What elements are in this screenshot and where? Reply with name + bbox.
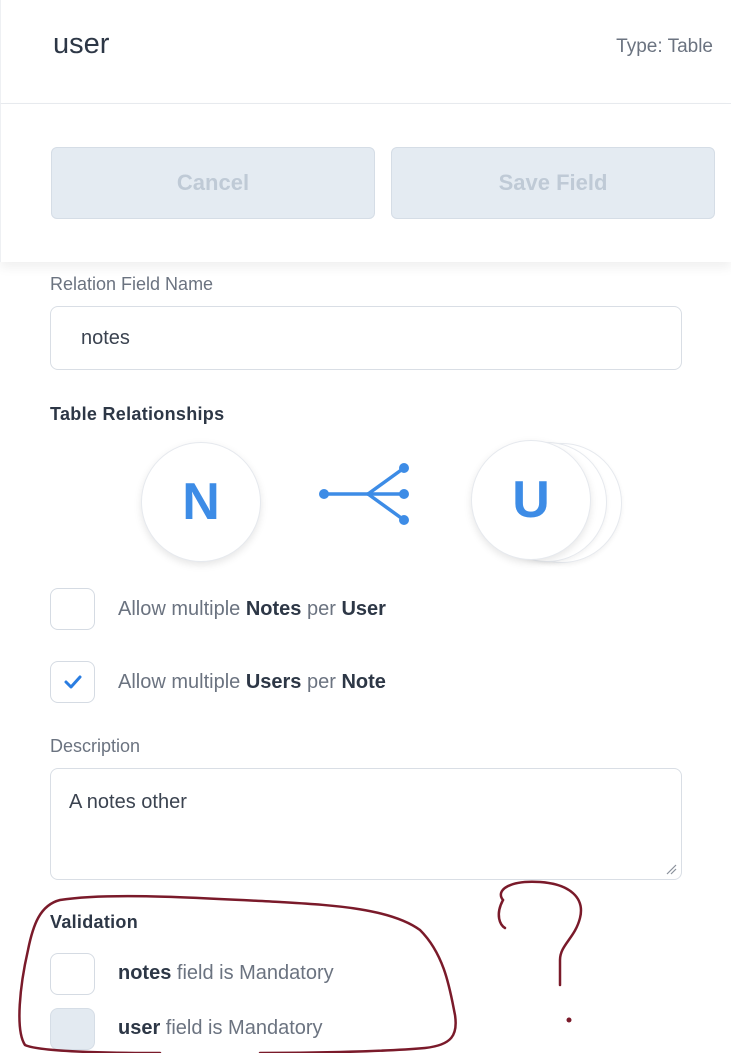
validation-heading: Validation (50, 912, 139, 932)
notes-mandatory-checkbox[interactable] (50, 953, 95, 995)
description-textarea[interactable]: A notes other (50, 768, 682, 880)
user-table-avatar: U (471, 440, 591, 560)
cancel-button[interactable]: Cancel (51, 147, 375, 219)
allow-multiple-users-checkbox[interactable] (50, 661, 95, 703)
relation-field-name-label: Relation Field Name (50, 274, 214, 294)
user-mandatory-label: user field is Mandatory (118, 1017, 323, 1040)
option-target: User (341, 598, 386, 620)
description-label: Description (50, 736, 141, 756)
option-prefix: Allow multiple (118, 598, 246, 620)
description-value: A notes other (69, 791, 187, 813)
option-entity: Notes (245, 598, 302, 620)
option-entity: Users (245, 671, 302, 693)
allow-multiple-notes-label: Allow multiple Notes per User (118, 598, 386, 621)
validation-field-name: user (118, 1017, 161, 1039)
checkmark-icon (64, 675, 81, 689)
panel-header: user Type: Table (0, 0, 731, 104)
validation-suffix: field is Mandatory (160, 1017, 323, 1039)
one-to-many-icon (319, 463, 409, 525)
notes-mandatory-label: notes field is Mandatory (118, 962, 334, 985)
question-mark-icon (499, 880, 583, 987)
validation-suffix: field is Mandatory (171, 962, 334, 984)
option-prefix: Allow multiple (118, 671, 246, 693)
relation-field-name-value: notes (81, 326, 130, 349)
table-title: user (53, 28, 110, 60)
user-mandatory-checkbox[interactable] (50, 1008, 95, 1050)
table-relationships-heading: Table Relationships (50, 404, 225, 424)
user-table-letter: U (512, 471, 550, 529)
save-field-button[interactable]: Save Field (391, 147, 715, 219)
question-mark-hook (497, 898, 507, 930)
relation-field-name-input[interactable]: notes (50, 306, 682, 370)
notes-table-letter: N (182, 473, 220, 531)
notes-table-avatar: N (141, 442, 261, 562)
question-mark-dot (566, 1017, 572, 1023)
option-target: Note (341, 671, 386, 693)
option-mid: per (301, 671, 342, 693)
resize-grip-icon[interactable] (665, 863, 677, 875)
option-mid: per (301, 598, 342, 620)
type-label: Type: Table (616, 36, 713, 57)
allow-multiple-notes-checkbox[interactable] (50, 588, 95, 630)
action-bar: Cancel Save Field (0, 104, 731, 262)
validation-field-name: notes (118, 962, 172, 984)
allow-multiple-users-label: Allow multiple Users per Note (118, 671, 386, 694)
